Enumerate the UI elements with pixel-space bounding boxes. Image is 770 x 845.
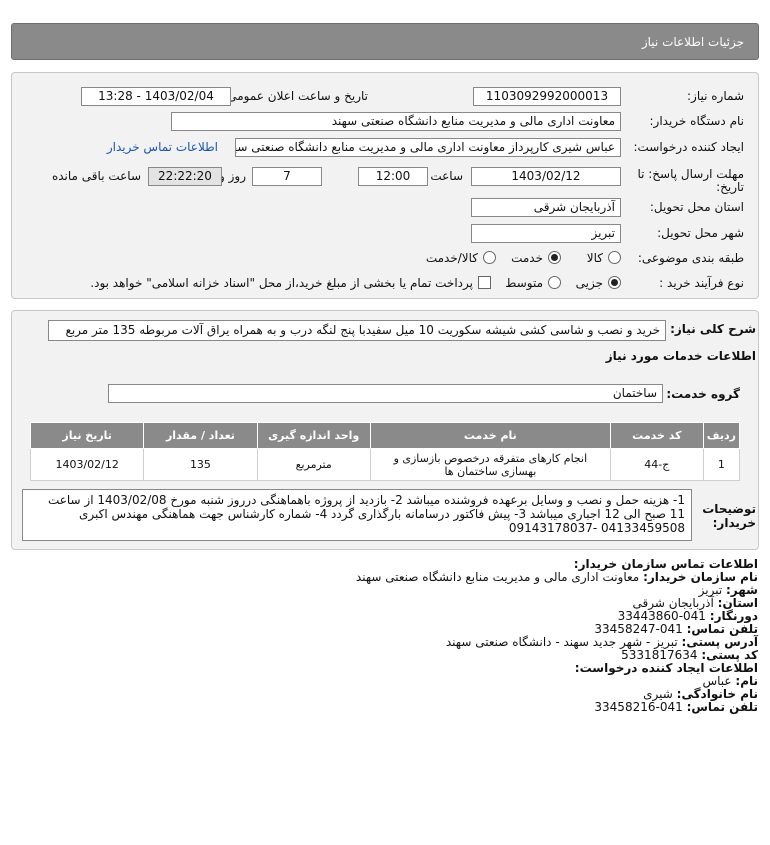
city-label: شهر محل تحویل: (657, 226, 744, 240)
contact-postal-label: کد پستی: (701, 648, 758, 662)
contact-heading: اطلاعات تماس سازمان خریدار: (573, 557, 758, 571)
service-group-field: ساختمان (108, 384, 663, 403)
category-radio-service[interactable] (548, 251, 561, 264)
creator-name: عباس (702, 674, 732, 688)
process-radio-minor[interactable] (608, 276, 621, 289)
contact-city: تبریز (698, 583, 723, 597)
deadline-label: مهلت ارسال پاسخ: تا (637, 167, 744, 181)
col-service-code: کد خدمت (609, 422, 704, 449)
cell-quantity: 135 (143, 448, 258, 481)
creator-family: شیری (643, 687, 673, 701)
remaining-time-field: 22:22:20 (148, 167, 222, 186)
announce-date-field: 1403/02/04 - 13:28 (81, 87, 231, 106)
creator-name-label: نام: (735, 674, 758, 688)
notes-label: توضیحات خریدار: (702, 502, 756, 530)
services-heading: اطلاعات خدمات مورد نیاز (605, 349, 756, 363)
cell-service-name: انجام کارهای متفرقه درخصوص بازسازی و بهس… (369, 448, 611, 481)
creator-field: عباس شیری کارپرداز معاونت اداری مالی و م… (235, 138, 621, 157)
deadline-time-label: ساعت (430, 169, 463, 183)
table-row: 1 ج-44 انجام کارهای متفرقه درخصوص بازساز… (29, 448, 741, 481)
page-header: جزئیات اطلاعات نیاز (11, 23, 759, 60)
days-label: روز و (219, 169, 246, 183)
contact-phone-label: تلفن تماس: (686, 622, 758, 636)
buyer-contact-link[interactable]: اطلاعات تماس خریدار (107, 140, 218, 154)
category-option-goods: کالا (586, 251, 603, 265)
category-option-goods-service: کالا/خدمت (425, 251, 478, 265)
contact-province: آذربایجان شرقی (632, 596, 714, 610)
page-title: جزئیات اطلاعات نیاز (641, 35, 744, 49)
creator-phone-label: تلفن تماس: (686, 700, 758, 714)
category-radio-goods[interactable] (608, 251, 621, 264)
process-option-minor: جزیی (575, 276, 603, 290)
need-number-field: 1103092992000013 (473, 87, 621, 106)
contact-city-label: شهر: (726, 583, 758, 597)
col-service-name: نام خدمت (369, 422, 611, 449)
service-group-label: گروه خدمت: (666, 387, 740, 401)
buyer-org-field: معاونت اداری مالی و مدیریت منابع دانشگاه… (171, 112, 621, 131)
deadline-date-field: 1403/02/12 (471, 167, 621, 186)
contact-org: معاونت اداری مالی و مدیریت منابع دانشگاه… (355, 570, 640, 584)
contact-fax-label: دورنگار: (709, 609, 758, 623)
days-remaining-field: 7 (252, 167, 322, 186)
creator-family-label: نام خانوادگی: (676, 687, 758, 701)
summary-field: خرید و نصب و شاسی کشی شیشه سکوریت 10 میل… (48, 320, 666, 341)
creator-phone: 041-33458216 (594, 700, 683, 714)
buyer-org-label: نام دستگاه خریدار: (649, 114, 745, 128)
treasury-checkbox[interactable] (478, 276, 491, 289)
contact-section: اطلاعات تماس سازمان خریدار: نام سازمان خ… (12, 558, 758, 714)
category-option-service: خدمت (511, 251, 543, 265)
announce-date-label: تاریخ و ساعت اعلان عمومی: (223, 89, 368, 103)
cell-row: 1 (702, 448, 741, 481)
deadline-date-label: تاریخ: (716, 180, 744, 194)
category-label: طبقه بندی موضوعی: (637, 251, 744, 265)
contact-province-label: استان: (717, 596, 758, 610)
contact-address-label: آدرس پستی: (681, 635, 758, 649)
province-field: آذربایجان شرقی (471, 198, 621, 217)
need-number-label: شماره نیاز: (687, 89, 744, 103)
contact-org-label: نام سازمان خریدار: (643, 570, 758, 584)
services-table-header: ردیف کد خدمت نام خدمت واحد اندازه گیری ت… (29, 422, 741, 449)
contact-phone: 041-33458247 (594, 622, 683, 636)
remaining-label: ساعت باقی مانده (51, 169, 141, 183)
process-label: نوع فرآیند خرید : (659, 276, 744, 290)
contact-fax: 041-33443860 (617, 609, 706, 623)
contact-postal: 5331817634 (621, 648, 698, 662)
category-radio-goods-service[interactable] (483, 251, 496, 264)
contact-address: تبریز - شهر جدید سهند - دانشگاه صنعتی سه… (445, 635, 678, 649)
col-quantity: تعداد / مقدار (143, 422, 258, 449)
need-info-panel: شماره نیاز: 1103092992000013 تاریخ و ساع… (11, 72, 759, 299)
province-label: استان محل تحویل: (649, 200, 744, 214)
cell-service-code: ج-44 (609, 448, 704, 481)
cell-unit: مترمربع (256, 448, 371, 481)
summary-label: شرح کلی نیاز: (670, 322, 756, 336)
cell-need-date: 1403/02/12 (29, 448, 145, 481)
deadline-time-field: 12:00 (358, 167, 428, 186)
col-row: ردیف (702, 422, 741, 449)
col-need-date: تاریخ نیاز (29, 422, 145, 449)
notes-field: 1- هزینه حمل و نصب و وسایل برعهده فروشند… (22, 489, 692, 541)
process-radio-medium[interactable] (548, 276, 561, 289)
col-unit: واحد اندازه گیری (256, 422, 371, 449)
creator-label: ایجاد کننده درخواست: (633, 140, 744, 154)
city-field: تبریز (471, 224, 621, 243)
treasury-note: پرداخت تمام یا بخشی از مبلغ خرید،از محل … (90, 276, 473, 290)
process-option-medium: متوسط (505, 276, 543, 290)
creator-heading: اطلاعات ایجاد کننده درخواست: (574, 661, 758, 675)
services-table: ردیف کد خدمت نام خدمت واحد اندازه گیری ت… (29, 422, 741, 481)
